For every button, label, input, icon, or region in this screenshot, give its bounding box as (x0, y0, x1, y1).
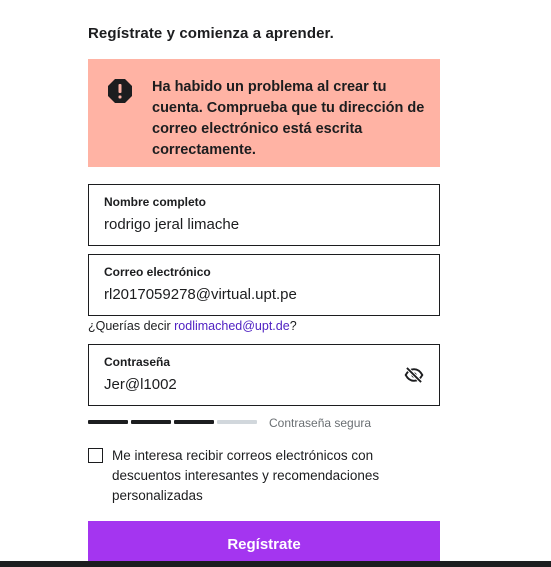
password-input[interactable] (104, 376, 394, 393)
email-field[interactable]: Correo electrónico (88, 254, 440, 316)
email-label: Correo electrónico (104, 265, 211, 279)
strength-segment-filled (174, 420, 214, 424)
bottom-strip (0, 561, 551, 567)
marketing-opt-in-label: Me interesa recibir correos electrónicos… (112, 448, 380, 503)
suggestion-link[interactable]: rodlimached@upt.de (174, 319, 290, 333)
marketing-opt-in-checkbox[interactable] (88, 448, 103, 463)
exclamation-circle-icon (108, 79, 132, 103)
password-strength-label: Contraseña segura (269, 416, 372, 430)
full-name-field[interactable]: Nombre completo (88, 184, 440, 246)
eye-slash-icon[interactable] (403, 365, 425, 385)
password-field[interactable]: Contraseña (88, 344, 440, 406)
suggestion-prefix: ¿Querías decir (88, 319, 175, 333)
password-strength-bar (88, 420, 257, 424)
email-input[interactable] (104, 286, 394, 303)
strength-segment-empty (217, 420, 257, 424)
suggestion-suffix: ? (289, 319, 297, 333)
page-title: Regístrate y comienza a aprender. (88, 25, 334, 42)
error-alert: Ha habido un problema al crear tu cuenta… (88, 59, 440, 167)
full-name-label: Nombre completo (104, 195, 207, 209)
strength-segment-filled (88, 420, 128, 424)
email-suggestion: ¿Querías decir rodlimached@upt.de? (88, 319, 297, 333)
password-label: Contraseña (104, 355, 171, 369)
strength-segment-filled (131, 420, 171, 424)
full-name-input[interactable] (104, 216, 394, 233)
alert-message: Ha habido un problema al crear tu cuenta… (152, 79, 425, 158)
